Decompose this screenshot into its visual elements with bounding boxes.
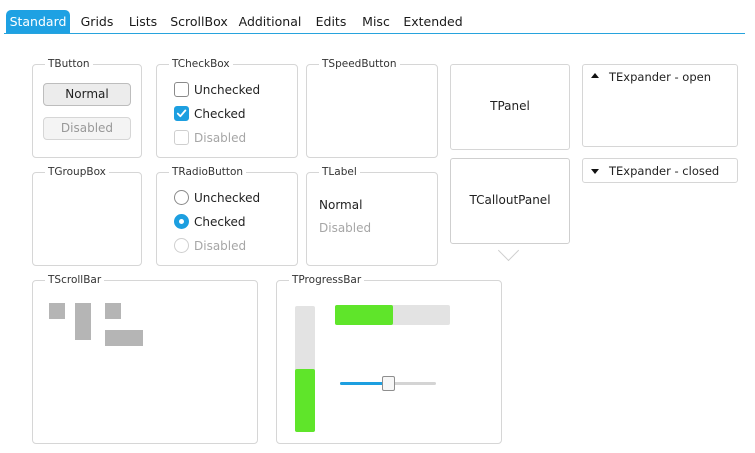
tab-standard[interactable]: Standard bbox=[6, 10, 70, 33]
checkbox-label: Unchecked bbox=[194, 83, 261, 97]
trackbar-thumb[interactable] bbox=[382, 376, 395, 391]
scrollbar-vertical[interactable] bbox=[75, 303, 91, 340]
tpanel: TPanel bbox=[450, 64, 570, 150]
tab-bar: Standard Grids Lists ScrollBox Additiona… bbox=[0, 0, 755, 34]
radio-label: Checked bbox=[194, 215, 246, 229]
tab-edits[interactable]: Edits bbox=[312, 10, 350, 33]
tbutton-title: TButton bbox=[45, 57, 93, 71]
tcalloutpanel: TCalloutPanel bbox=[450, 158, 570, 244]
tcheckbox-title: TCheckBox bbox=[169, 57, 233, 71]
scrollbar-block[interactable] bbox=[49, 303, 65, 319]
tab-scrollbox[interactable]: ScrollBox bbox=[168, 10, 230, 33]
tcalloutpanel-label: TCalloutPanel bbox=[469, 193, 551, 207]
checkbox-box[interactable] bbox=[174, 106, 189, 121]
tab-additional[interactable]: Additional bbox=[236, 10, 304, 33]
trackbar[interactable] bbox=[340, 376, 436, 391]
texpander-open: TExpander - open bbox=[582, 64, 738, 147]
radio-label: Unchecked bbox=[194, 191, 261, 205]
label-disabled: Disabled bbox=[319, 221, 372, 235]
tprogressbar-title: TProgressBar bbox=[289, 273, 365, 287]
triangle-up-icon[interactable] bbox=[591, 73, 599, 78]
tgroupbox-title: TGroupBox bbox=[45, 165, 109, 179]
checkbox-label: Disabled bbox=[194, 131, 247, 145]
tab-extended[interactable]: Extended bbox=[402, 10, 464, 33]
normal-button[interactable]: Normal bbox=[43, 83, 131, 106]
tpanel-label: TPanel bbox=[490, 99, 530, 113]
checkbox-box bbox=[174, 130, 189, 145]
tlabel-group: TLabel Normal Disabled bbox=[306, 165, 438, 266]
tab-grids[interactable]: Grids bbox=[76, 10, 118, 33]
tscrollbar-title: TScrollBar bbox=[45, 273, 105, 287]
radio-label: Disabled bbox=[194, 239, 247, 253]
texpander-open-header[interactable]: TExpander - open bbox=[609, 70, 711, 84]
tradiobutton-title: TRadioButton bbox=[169, 165, 247, 179]
checkbox-label: Checked bbox=[194, 107, 246, 121]
tradiobutton-group: TRadioButton Unchecked Checked Disabled bbox=[156, 165, 298, 266]
checkbox-box[interactable] bbox=[174, 82, 189, 97]
radio-circle bbox=[174, 238, 189, 253]
horizontal-progressbar bbox=[335, 305, 450, 325]
scrollbar-block[interactable] bbox=[105, 303, 121, 319]
tab-underline bbox=[4, 33, 745, 34]
label-normal: Normal bbox=[319, 198, 363, 212]
tab-lists[interactable]: Lists bbox=[124, 10, 162, 33]
radio-circle[interactable] bbox=[174, 190, 189, 205]
tab-misc[interactable]: Misc bbox=[358, 10, 394, 33]
tlabel-title: TLabel bbox=[319, 165, 360, 179]
scrollbar-horizontal[interactable] bbox=[105, 330, 143, 346]
vertical-progress-fill bbox=[295, 369, 315, 432]
vertical-progressbar bbox=[295, 306, 315, 432]
disabled-button: Disabled bbox=[43, 117, 131, 140]
texpander-closed: TExpander - closed bbox=[582, 158, 738, 183]
check-icon bbox=[176, 109, 187, 118]
tscrollbar-group: TScrollBar bbox=[32, 273, 258, 444]
horizontal-progress-fill bbox=[335, 305, 393, 325]
texpander-closed-header[interactable]: TExpander - closed bbox=[609, 164, 719, 178]
tbutton-group: TButton Normal Disabled bbox=[32, 57, 142, 158]
tspeedbutton-group: TSpeedButton bbox=[306, 57, 438, 158]
radio-circle[interactable] bbox=[174, 214, 189, 229]
trackbar-fill bbox=[340, 382, 388, 385]
tgroupbox: TGroupBox bbox=[32, 165, 142, 266]
triangle-down-icon[interactable] bbox=[591, 169, 599, 174]
tcheckbox-group: TCheckBox Unchecked Checked Disabled bbox=[156, 57, 298, 158]
tspeedbutton-title: TSpeedButton bbox=[319, 57, 400, 71]
